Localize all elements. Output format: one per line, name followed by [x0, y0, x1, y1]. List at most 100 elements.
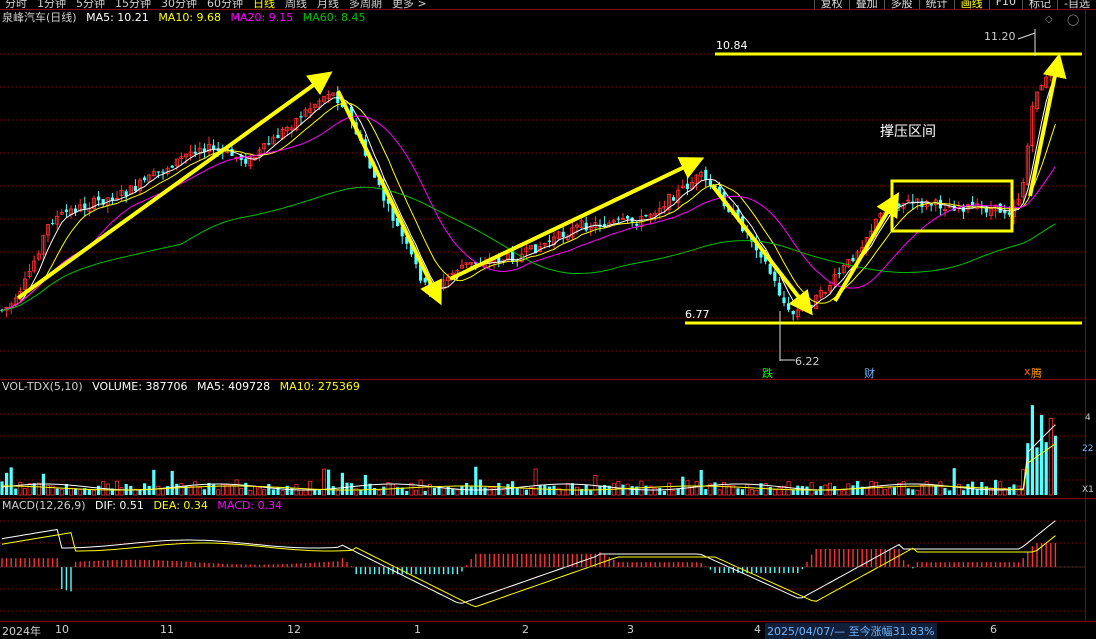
trend-arrow [449, 157, 705, 281]
volume-bar [197, 487, 202, 496]
volume-bar [814, 490, 818, 495]
volume-bar [32, 483, 36, 495]
period-tab[interactable]: 月线 [312, 0, 344, 9]
volume-bar [335, 489, 340, 496]
right-axis [1085, 9, 1096, 621]
candle-body [837, 272, 841, 275]
volume-bar [115, 480, 120, 496]
toolbar-button[interactable]: F10 [988, 0, 1022, 9]
volume-bar [78, 489, 83, 496]
volume-bar [934, 485, 938, 495]
candle-body [276, 134, 280, 139]
period-tab[interactable]: 1分钟 [32, 0, 71, 9]
toolbar-button[interactable]: 多股 [883, 0, 919, 9]
event-marker-x[interactable]: x [1024, 365, 1031, 378]
volume-bar [5, 472, 9, 495]
candle-body [787, 303, 791, 310]
period-tab[interactable]: 多周期 [344, 0, 387, 9]
candle-body [635, 223, 639, 226]
macd-panel[interactable]: MACD(12,26,9) DIF: 0.51 DEA: 0.34 MACD: … [0, 499, 1085, 621]
period-tab[interactable]: 15分钟 [110, 0, 156, 9]
axis-label: 12 [287, 623, 301, 636]
volume-bar [152, 469, 156, 495]
volume-bar [280, 490, 285, 496]
diamond-icon[interactable]: ◇ [1045, 14, 1053, 25]
toolbar-button[interactable]: 画线 [953, 0, 989, 9]
candle-body [791, 311, 795, 315]
toolbar-button[interactable]: 复权 [813, 0, 849, 9]
candle-body [124, 191, 128, 196]
volume-bar [285, 485, 289, 495]
volume-bar [874, 481, 879, 496]
volume-bar [179, 482, 184, 496]
candle-body [161, 171, 165, 173]
volume-bar [437, 487, 441, 495]
toolbar-button[interactable]: 标记 [1022, 0, 1057, 9]
volume-bar [252, 486, 257, 496]
volume-bar [625, 483, 630, 496]
period-tab[interactable]: 分时 [0, 0, 32, 9]
volume-bar [524, 489, 528, 495]
price-chart[interactable] [0, 11, 1085, 379]
toolbar-button[interactable]: 统计 [918, 0, 954, 9]
toolbar-button[interactable]: -自选 [1057, 0, 1096, 9]
toolbar-right-buttons: 复权 叠加 多股 统计 画线 F10 标记 -自选 [813, 0, 1096, 9]
volume-bar [248, 489, 253, 496]
period-tab[interactable]: 更多 > [387, 0, 432, 9]
candle-body [170, 165, 174, 168]
volume-bar [474, 466, 478, 495]
volume-bar [1030, 405, 1034, 495]
trend-arrow [16, 71, 333, 300]
volume-bar [833, 486, 837, 495]
volume-bar [423, 490, 427, 495]
volume-chart[interactable] [0, 380, 1085, 498]
period-tab[interactable]: 周线 [280, 0, 312, 9]
toolbar-button[interactable]: 叠加 [848, 0, 884, 9]
candle-body [1003, 210, 1007, 214]
trend-arrow [833, 192, 900, 303]
volume-bar [303, 489, 308, 496]
circle-icon[interactable]: ◯ [1067, 13, 1079, 26]
candle-body [810, 305, 814, 307]
volume-bar [906, 488, 910, 495]
volume-bar [405, 490, 409, 495]
volume-bar [506, 483, 510, 495]
volume-bar [598, 485, 602, 495]
period-tab[interactable]: 30分钟 [156, 0, 202, 9]
candle-body [156, 171, 160, 173]
volume-bar [478, 479, 482, 495]
volume-bar [938, 481, 943, 496]
volume-bar [465, 482, 469, 495]
volume-bar [64, 483, 68, 495]
volume-bar [736, 488, 740, 495]
volume-bar [924, 481, 929, 496]
volume-bar [193, 481, 198, 496]
volume-bar [69, 487, 74, 496]
price-panel[interactable]: 泉峰汽车(日线) MA5: 10.21 MA10: 9.68 MA20: 9.1… [0, 11, 1085, 380]
volume-bar [36, 482, 41, 496]
volume-bar [805, 486, 809, 495]
volume-bar [901, 481, 906, 496]
volume-bar [1040, 415, 1044, 495]
volume-bar [271, 489, 275, 495]
volume-bar [92, 489, 97, 496]
volume-bar [561, 489, 566, 496]
volume-bar [97, 485, 101, 495]
peak-label: 11.20 [984, 30, 1016, 43]
candle-body [299, 116, 303, 118]
volume-bar [460, 485, 464, 495]
volume-panel[interactable]: VOL-TDX(5,10) VOLUME: 387706 MA5: 409728… [0, 380, 1085, 498]
period-tab[interactable]: 60分钟 [202, 0, 248, 9]
candle-body [97, 196, 101, 201]
volume-bar [267, 483, 271, 495]
volume-bar [777, 487, 782, 496]
volume-bar [377, 489, 382, 496]
macd-chart[interactable] [0, 499, 1085, 621]
period-tab[interactable]: 5分钟 [71, 0, 110, 9]
volume-bar [501, 489, 506, 496]
volume-bar [22, 488, 27, 496]
volume-bar [175, 483, 179, 495]
period-tab[interactable]: 日线 [248, 0, 280, 9]
vol-axis-label: 4 [1085, 413, 1091, 423]
peak-pointer [1017, 32, 1036, 40]
